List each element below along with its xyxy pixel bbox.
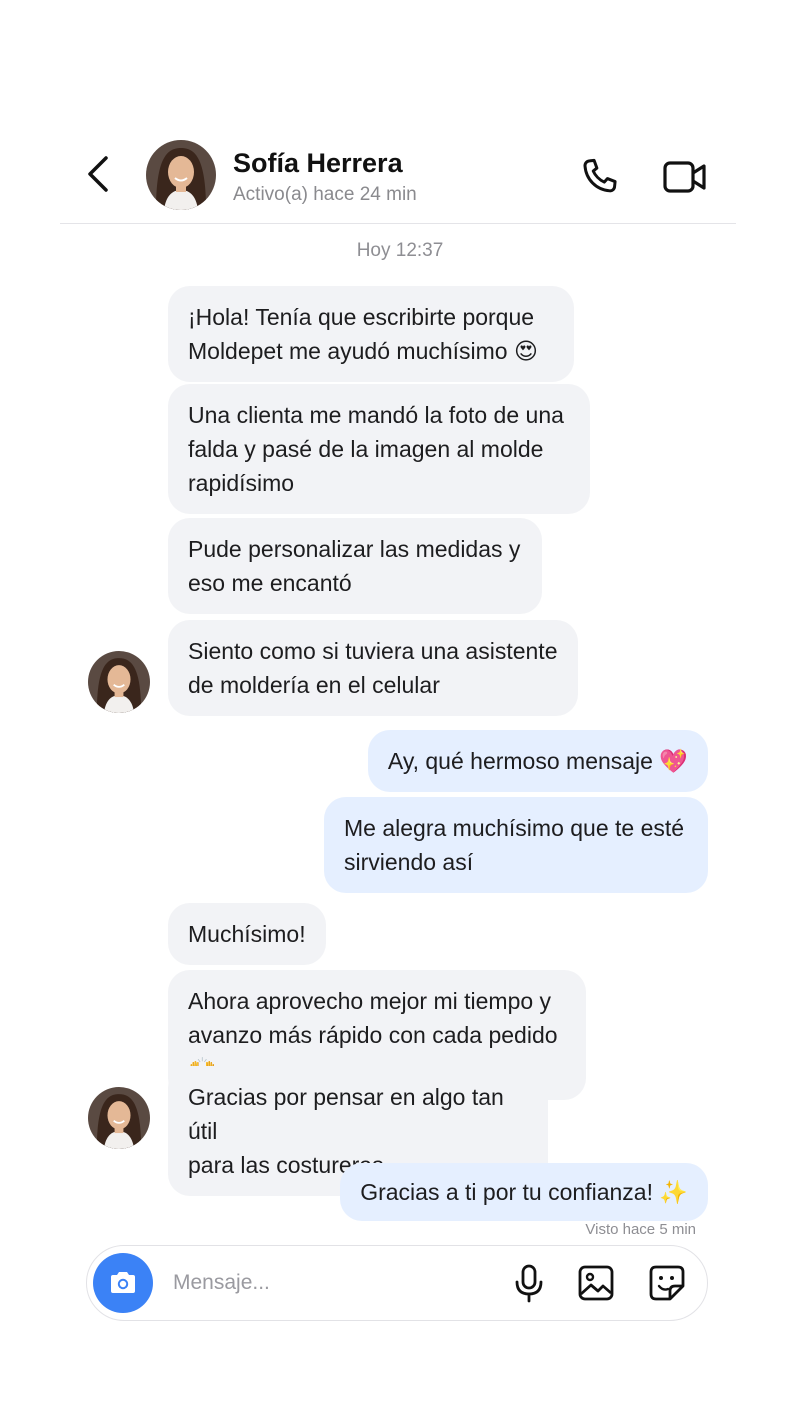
voice-message-button[interactable] (511, 1263, 547, 1303)
call-button[interactable] (578, 156, 620, 198)
back-button[interactable] (82, 154, 114, 194)
video-camera-icon (663, 161, 706, 193)
chat-header: Sofía Herrera Activo(a) hace 24 min (60, 128, 736, 224)
message-bubble-outgoing[interactable]: Me alegra muchísimo que te esté sirviend… (324, 797, 708, 893)
contact-avatar-small[interactable] (88, 1087, 150, 1149)
sticker-icon (649, 1265, 685, 1301)
message-bubble-incoming[interactable]: Pude personalizar las medidas y eso me e… (168, 518, 542, 614)
contact-avatar[interactable] (146, 140, 216, 210)
phone-icon (583, 158, 617, 193)
microphone-icon (515, 1264, 543, 1303)
message-bubble-incoming[interactable]: ¡Hola! Tenía que escribirte porque Molde… (168, 286, 574, 382)
seen-status: Visto hace 5 min (585, 1221, 696, 1238)
camera-icon (111, 1272, 135, 1293)
message-bubble-incoming[interactable]: Muchísimo! (168, 903, 326, 965)
chat-timestamp: Hoy 12:37 (356, 240, 444, 261)
contact-status: Activo(a) hace 24 min (233, 184, 417, 205)
message-bubble-incoming[interactable]: Una clienta me mandó la foto de una fald… (168, 384, 590, 514)
sticker-button[interactable] (648, 1264, 686, 1302)
message-bubble-outgoing[interactable]: Ay, qué hermoso mensaje 💖 (367, 730, 708, 792)
message-input[interactable] (173, 1266, 473, 1300)
gallery-button[interactable] (577, 1264, 615, 1302)
camera-button[interactable] (93, 1253, 153, 1313)
video-call-button[interactable] (662, 158, 708, 196)
contact-name: Sofía Herrera (233, 148, 403, 178)
chevron-left-icon (88, 156, 108, 192)
image-icon (578, 1265, 614, 1301)
contact-avatar-small[interactable] (88, 651, 150, 713)
message-bubble-incoming[interactable]: Siento como si tuviera una asistente de … (168, 620, 578, 716)
message-bubble-outgoing[interactable]: Gracias a ti por tu confianza! ✨ (340, 1163, 708, 1221)
chat-screen: Sofía Herrera Activo(a) hace 24 min Hoy … (0, 0, 800, 1422)
message-composer (86, 1245, 708, 1321)
